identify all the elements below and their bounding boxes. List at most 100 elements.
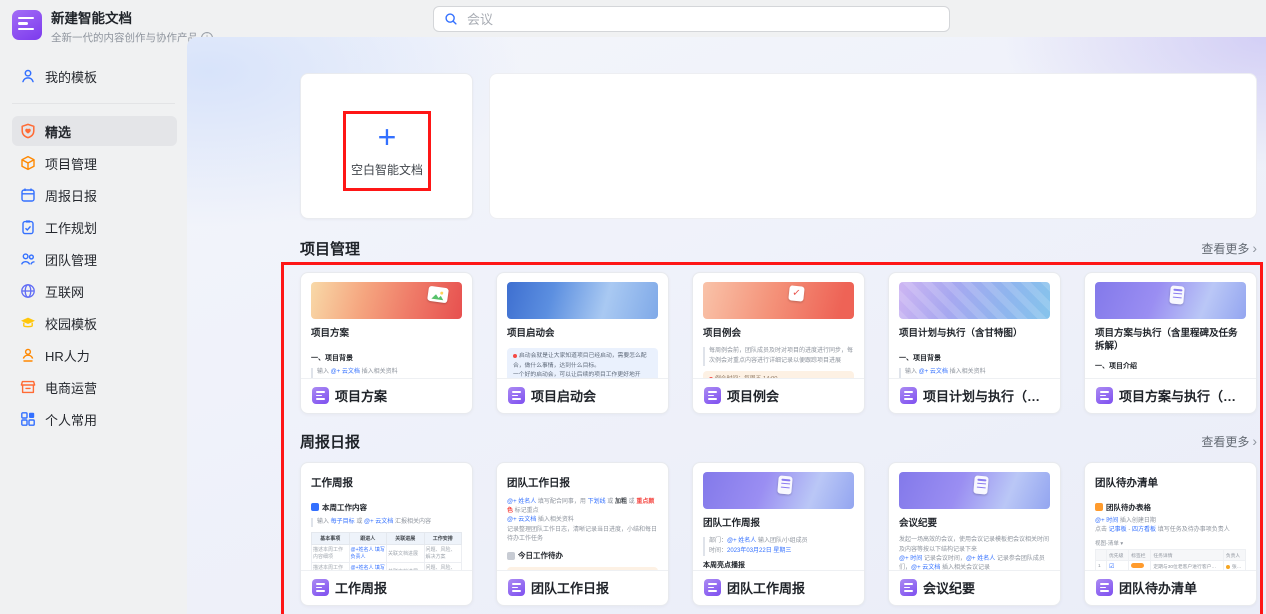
clipboard-icon (20, 219, 36, 235)
topbar (187, 0, 1266, 37)
template-card-footer: 会议纪要 (889, 570, 1060, 605)
sidebar-item-label: 个人常用 (45, 412, 98, 428)
template-name: 项目方案 (335, 389, 388, 404)
template-name: 项目例会 (727, 389, 780, 404)
template-thumbnail (311, 282, 462, 319)
template-preview: 项目计划与执行（含甘特图） 一、项目背景 输入 @+ 云文档 插入相关资料 (889, 273, 1060, 378)
template-preview: 工作周报本周工作内容 输入 每子目标 或 @+ 云文档 汇报相关内容基本事项 跟进人… (301, 463, 472, 570)
sidebar-item-label: 团队管理 (45, 252, 98, 268)
template-name: 工作周报 (335, 581, 388, 596)
template-card-row: 工作周报 本周工作内容 输入 每子目标 或 @+ 云文档 汇报相关内容 基本事项 跟进人… (300, 462, 1257, 606)
section-header: 项目管理 查看更多 › (300, 236, 1257, 260)
sidebar-item-label: 精选 (45, 124, 72, 140)
template-name: 项目计划与执行（含甘特图） (923, 389, 1049, 404)
blank-document-card[interactable]: + 空白智能文档 (300, 73, 473, 219)
team-icon (20, 251, 36, 267)
template-card[interactable]: 项目方案与执行（含里程碑及任务拆解）一、项目介绍1. 项目背景项目方案与执行（含… (1084, 272, 1257, 414)
template-card[interactable]: 项目方案 一、项目背景 输入 @+ 云文档 插入相关资料项目方案 (300, 272, 473, 414)
smart-doc-icon (1096, 579, 1113, 596)
sidebar-item-user[interactable]: 我的模板 (12, 61, 177, 91)
sidebar-item-calendar[interactable]: 周报日报 (12, 180, 177, 210)
smart-doc-icon (508, 387, 525, 404)
see-more-link[interactable]: 查看更多 › (1201, 240, 1257, 257)
chevron-right-icon: › (1252, 433, 1257, 449)
template-card[interactable]: 团队工作日报 @+ 姓名人 填写配合同事，用 下划线 或 加粗 或 重点颜色 标记… (496, 462, 669, 606)
template-card[interactable]: 工作周报 本周工作内容 输入 每子目标 或 @+ 云文档 汇报相关内容 基本事项 跟进人… (300, 462, 473, 606)
check-icon: ✓ (788, 285, 805, 302)
template-card[interactable]: 项目计划与执行（含甘特图） 一、项目背景 输入 @+ 云文档 插入相关资料项目计划与… (888, 272, 1061, 414)
template-preview-title: 团队待办清单 (1095, 477, 1158, 489)
template-card[interactable]: 团队待办清单 团队待办表格 @+ 时间 插入创建日期 点击 记事板 - 四方看板 填写… (1084, 462, 1257, 606)
app-logo-icon (12, 10, 42, 40)
sidebar-item-label: 互联网 (45, 284, 85, 300)
template-thumbnail (1095, 282, 1246, 319)
sidebar-top-nav: 我的模板 (12, 61, 177, 91)
sidebar-item-cube[interactable]: 项目管理 (12, 148, 177, 178)
preview-section-heading: 本周工作内容 (311, 502, 462, 513)
sidebar-item-featured-badge[interactable]: 精选 (12, 116, 177, 147)
document-icon (1168, 285, 1185, 305)
preview-heading: 一、项目介绍 (1095, 362, 1137, 370)
template-card[interactable]: ✓ 项目例会 每周例会前，团队成员及时对项目的进度进行同步，每次例会对重点内容进行详… (692, 272, 865, 414)
template-card[interactable]: 团队工作周报 部门：@+ 姓名人 输入团队/小组成员 时间：2023年03月22日 … (692, 462, 865, 606)
template-name: 会议纪要 (923, 581, 976, 596)
sidebar-item-shop[interactable]: 电商运营 (12, 372, 177, 402)
sidebar-item-label: 工作规划 (45, 220, 98, 236)
sidebar-item-label: 校园模板 (45, 316, 98, 332)
todo-table: 优先级标签栏任务详情负责人1☑定期与30位老客户进行客户回访调研，以提升客户满意… (1095, 549, 1247, 570)
template-card[interactable]: 项目启动会 启动会就是让大家知道项目已经启动，需要怎么配合，做什么事情，达到什么目… (496, 272, 669, 414)
blank-card-highlight-box: + 空白智能文档 (343, 111, 431, 191)
featured-badge-icon (20, 123, 36, 139)
preview-quote: 输入 @+ 云文档 插入相关资料 (899, 368, 1050, 378)
template-preview: 团队工作日报 @+ 姓名人 填写配合同事，用 下划线 或 加粗 或 重点颜色 标记… (497, 463, 668, 570)
smart-doc-icon (900, 579, 917, 596)
preview-section-heading: 今日工作待办 (507, 550, 658, 561)
search-icon (445, 13, 457, 25)
sidebar: 新建智能文档 全新一代的内容创作与协作产品 i 我的模板 精选项目管理周报日报工… (0, 0, 213, 614)
preview-table: 基本事项 跟进人 关联进展 工作安排 描述本周工作内容细项 @+姓名人 填写负责人 关联文档… (311, 532, 462, 570)
sidebar-item-globe[interactable]: 互联网 (12, 276, 177, 306)
template-card-row: 项目方案 一、项目背景 输入 @+ 云文档 插入相关资料 项目方案 项目启动会 启动会就是… (300, 272, 1257, 414)
search-box[interactable] (433, 6, 950, 32)
template-thumbnail (507, 282, 658, 319)
template-preview: 会议纪要 发起一场高效的会议，使用会议记录模板把会议相关时间及内容等按以下结构记录… (889, 463, 1060, 570)
smart-doc-icon (704, 387, 721, 404)
template-card-footer: 团队工作周报 (693, 570, 864, 605)
section-title: 项目管理 (300, 240, 361, 258)
template-card-footer: 项目计划与执行（含甘特图） (889, 378, 1060, 413)
checkbox-icon[interactable]: ☑ (1109, 564, 1114, 570)
sidebar-item-clipboard[interactable]: 工作规划 (12, 212, 177, 242)
template-name: 项目方案与执行（含里程碑及任务拆解） (1119, 389, 1245, 404)
template-card[interactable]: 会议纪要 发起一场高效的会议，使用会议记录模板把会议相关时间及内容等按以下结构记录… (888, 462, 1061, 606)
sidebar-item-hr-person[interactable]: HR人力 (12, 340, 177, 370)
shop-icon (20, 379, 36, 395)
chevron-right-icon: › (1252, 240, 1257, 256)
promo-banner[interactable] (489, 73, 1257, 219)
template-card-footer: 工作周报 (301, 570, 472, 605)
section-title: 周报日报 (300, 433, 361, 451)
template-preview: ✓ 项目例会 每周例会前，团队成员及时对项目的进度进行同步，每次例会对重点内容进行详… (693, 273, 864, 378)
smart-doc-icon (900, 387, 917, 404)
sidebar-item-label: 我的模板 (45, 69, 98, 85)
cube-icon (20, 155, 36, 171)
preview-text: @+ 姓名人 填写配合同事，用 下划线 或 加粗 或 重点颜色 标记重点 @+ 云… (507, 498, 658, 542)
template-preview: 项目方案与执行（含里程碑及任务拆解）一、项目介绍1. 项目背景 (1085, 273, 1256, 378)
grid-icon (20, 411, 36, 427)
sidebar-item-label: HR人力 (45, 348, 90, 364)
preview-quote: 输入 每子目标 或 @+ 云文档 汇报相关内容 (311, 517, 462, 528)
hr-person-icon (20, 347, 36, 363)
template-preview-title: 项目方案与执行（含里程碑及任务拆解） (1095, 328, 1238, 353)
template-preview-title: 工作周报 (311, 477, 353, 489)
document-icon (972, 475, 989, 495)
sidebar-item-team[interactable]: 团队管理 (12, 244, 177, 274)
sidebar-item-label: 周报日报 (45, 188, 98, 204)
sidebar-item-grid[interactable]: 个人常用 (12, 404, 177, 434)
template-name: 团队工作日报 (531, 581, 610, 596)
template-preview: 项目方案 一、项目背景 输入 @+ 云文档 插入相关资料 (301, 273, 472, 378)
see-more-link[interactable]: 查看更多 › (1201, 433, 1257, 450)
sidebar-item-graduation[interactable]: 校园模板 (12, 308, 177, 338)
search-input[interactable] (465, 10, 939, 28)
tag-pill (1131, 563, 1145, 569)
template-preview: 项目启动会 启动会就是让大家知道项目已经启动，需要怎么配合，做什么事情，达到什么目… (497, 273, 668, 378)
template-preview-title: 团队工作日报 (507, 477, 570, 489)
